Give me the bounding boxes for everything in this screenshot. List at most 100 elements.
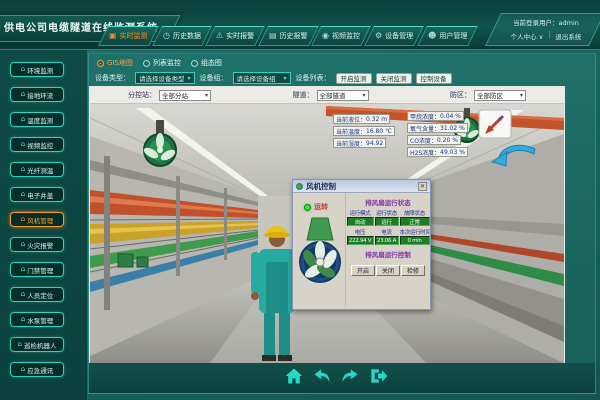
compass-indicator bbox=[478, 109, 512, 139]
view-mode-radio[interactable]: GIS地图 bbox=[97, 58, 133, 68]
sensor-readout: H2S浓度： 49.03 % bbox=[407, 147, 468, 157]
field-label: 运行模式 bbox=[347, 209, 374, 217]
control-section-title: 排风扇运行控制 bbox=[346, 249, 430, 259]
filter-select[interactable]: 全部防区 ▾ bbox=[474, 90, 526, 101]
field-label: 运行状态 bbox=[375, 209, 399, 217]
device-group-label: 设备组： bbox=[200, 73, 228, 83]
field-value: 222.94 V bbox=[347, 236, 374, 245]
nav-tab[interactable]: ◷ 历史数据 bbox=[152, 26, 212, 46]
dialog-titlebar[interactable]: 风机控制 ✕ bbox=[293, 180, 430, 193]
sensor-readout: 当前温度： 16.80 ℃ bbox=[333, 126, 395, 136]
sidebar-item[interactable]: ⌂ 接地环流 bbox=[10, 87, 64, 102]
sensor-readouts-right: 甲烷浓度： 0.04 % 氧气含量： 31.02 % CO浓度： 0.20 % bbox=[407, 111, 468, 157]
sensor-label: 氧气含量： bbox=[410, 124, 440, 133]
house-icon: ⌂ bbox=[21, 91, 25, 98]
tab-label: 设备管理 bbox=[385, 31, 413, 41]
nav-tab[interactable]: ◉ 视频监控 bbox=[311, 26, 371, 46]
fan-field: 本次运行时间 0 min bbox=[400, 228, 430, 245]
filter-label: 隧道： bbox=[293, 90, 314, 100]
house-icon: ⌂ bbox=[21, 166, 25, 173]
fan-status-text: 运转 bbox=[314, 202, 328, 212]
nav-tab[interactable]: ☻ 用户管理 bbox=[418, 26, 479, 46]
fan-field: 故障状态 正常 bbox=[400, 209, 430, 226]
sidebar-item[interactable]: ⌂ 火灾报警 bbox=[10, 237, 64, 252]
device-action-button[interactable]: 控制设备 bbox=[416, 73, 452, 84]
fan-icon bbox=[296, 183, 303, 190]
logout-button[interactable]: 退出系统 bbox=[555, 31, 581, 41]
sidebar-item[interactable]: ⌂ 应急通讯 bbox=[10, 362, 64, 377]
field-label: 电流 bbox=[375, 228, 399, 236]
device-type-value: 请选择设备类型 bbox=[139, 73, 185, 83]
nav-tab[interactable]: ⚙ 设备管理 bbox=[364, 26, 424, 46]
sidebar-item[interactable]: ⌂ 温度监测 bbox=[10, 112, 64, 127]
sidebar-item[interactable]: ⌂ 视频监控 bbox=[10, 137, 64, 152]
sidebar-item-label: 接地环流 bbox=[27, 90, 53, 100]
home-button[interactable] bbox=[284, 366, 304, 386]
app-root: 供电公司电缆隧道在线监测系统 ▣ 实时监测 ◷ 历史数据 bbox=[0, 0, 600, 400]
sidebar-item[interactable]: ⌂ 环境监测 bbox=[10, 62, 64, 77]
sidebar-item[interactable]: ⌂ 巡检机器人 bbox=[10, 337, 64, 352]
fan-illustration bbox=[298, 216, 342, 288]
tab-label: 实时报警 bbox=[226, 31, 254, 41]
radio-dot-icon bbox=[143, 60, 150, 67]
divider: │ bbox=[547, 31, 551, 41]
field-label: 电压 bbox=[347, 228, 374, 236]
sidebar-item[interactable]: ⌂ 风机管理 bbox=[10, 212, 64, 227]
sensor-readout: 甲烷浓度： 0.04 % bbox=[407, 111, 464, 121]
fan-control-button[interactable]: 开启 bbox=[351, 265, 375, 276]
field-value: 23.06 A bbox=[375, 236, 399, 245]
tab-label: 历史数据 bbox=[173, 31, 201, 41]
device-type-select[interactable]: 请选择设备类型 ▾ bbox=[135, 72, 195, 84]
exit-button[interactable] bbox=[368, 366, 388, 386]
view-mode-radios: GIS地图 列表监控 组态图 bbox=[97, 58, 222, 68]
nav-tab[interactable]: ▣ 实时监测 bbox=[98, 26, 158, 46]
filter-select[interactable]: 全部分站 ▾ bbox=[159, 90, 211, 101]
sensor-readouts-left: 当前液位： 0.32 m 当前温度： 16.80 ℃ 当前湿度： 94.92 bbox=[333, 114, 395, 148]
sensor-readout: CO浓度： 0.20 % bbox=[407, 135, 461, 145]
sensor-label: 当前液位： bbox=[336, 115, 366, 124]
view-mode-radio[interactable]: 列表监控 bbox=[143, 58, 181, 68]
fan-field: 运行状态 运行 bbox=[375, 209, 399, 226]
sidebar-item-label: 巡检机器人 bbox=[24, 340, 57, 350]
filter-value: 全部分站 bbox=[162, 90, 188, 100]
device-action-button[interactable]: 开启监测 bbox=[336, 73, 372, 84]
fan-data-panel: 排风扇运行状态 运行模式 自动 运行状态 bbox=[345, 193, 430, 307]
sidebar-item[interactable]: ⌂ 水泵管理 bbox=[10, 312, 64, 327]
field-label: 故障状态 bbox=[400, 209, 430, 217]
sensor-value: 0.20 % bbox=[437, 137, 458, 144]
fan-field: 电流 23.06 A bbox=[375, 228, 399, 245]
view-mode-radio[interactable]: 组态图 bbox=[191, 58, 222, 68]
fan-field: 电压 222.94 V bbox=[347, 228, 374, 245]
sensor-label: 当前湿度： bbox=[336, 139, 366, 148]
device-action-button[interactable]: 关闭监测 bbox=[376, 73, 412, 84]
nav-tab[interactable]: ▤ 历史报警 bbox=[258, 26, 318, 46]
close-icon[interactable]: ✕ bbox=[418, 182, 427, 191]
fan-control-button[interactable]: 检修 bbox=[401, 265, 425, 276]
fan-control-button[interactable]: 关闭 bbox=[376, 265, 400, 276]
sidebar-item[interactable]: ⌂ 门禁管理 bbox=[10, 262, 64, 277]
personal-center-menu[interactable]: 个人中心 ∨ bbox=[511, 31, 544, 41]
exit-icon bbox=[368, 366, 388, 386]
filter-label: 分控站： bbox=[128, 90, 156, 100]
filter-select[interactable]: 全部隧道 ▾ bbox=[317, 90, 369, 101]
field-value: 正常 bbox=[400, 217, 430, 226]
device-type-label: 设备类型： bbox=[95, 73, 130, 83]
dialog-title: 风机控制 bbox=[306, 181, 415, 192]
forward-button[interactable] bbox=[340, 366, 360, 386]
sidebar-item-label: 人员定位 bbox=[27, 290, 53, 300]
sidebar-item[interactable]: ⌂ 光纤测温 bbox=[10, 162, 64, 177]
house-icon: ⌂ bbox=[21, 291, 25, 298]
tab-icon: ⚠ bbox=[216, 32, 223, 40]
scene-filter-group: 防区： 全部防区 ▾ bbox=[450, 90, 526, 101]
filter-value: 全部防区 bbox=[477, 90, 503, 100]
field-value: 运行 bbox=[375, 217, 399, 226]
sensor-label: 当前温度： bbox=[336, 127, 366, 136]
sidebar-item[interactable]: ⌂ 人员定位 bbox=[10, 287, 64, 302]
sensor-value: 0.32 m bbox=[366, 116, 387, 123]
sidebar-item[interactable]: ⌂ 电子井盖 bbox=[10, 187, 64, 202]
nav-tab[interactable]: ⚠ 实时报警 bbox=[205, 26, 265, 46]
scene-filter-group: 隧道： 全部隧道 ▾ bbox=[293, 90, 369, 101]
device-group-select[interactable]: 请选择设备组 ▾ bbox=[233, 72, 291, 84]
back-button[interactable] bbox=[312, 366, 332, 386]
navigate-back-arrow-icon[interactable] bbox=[490, 139, 538, 173]
